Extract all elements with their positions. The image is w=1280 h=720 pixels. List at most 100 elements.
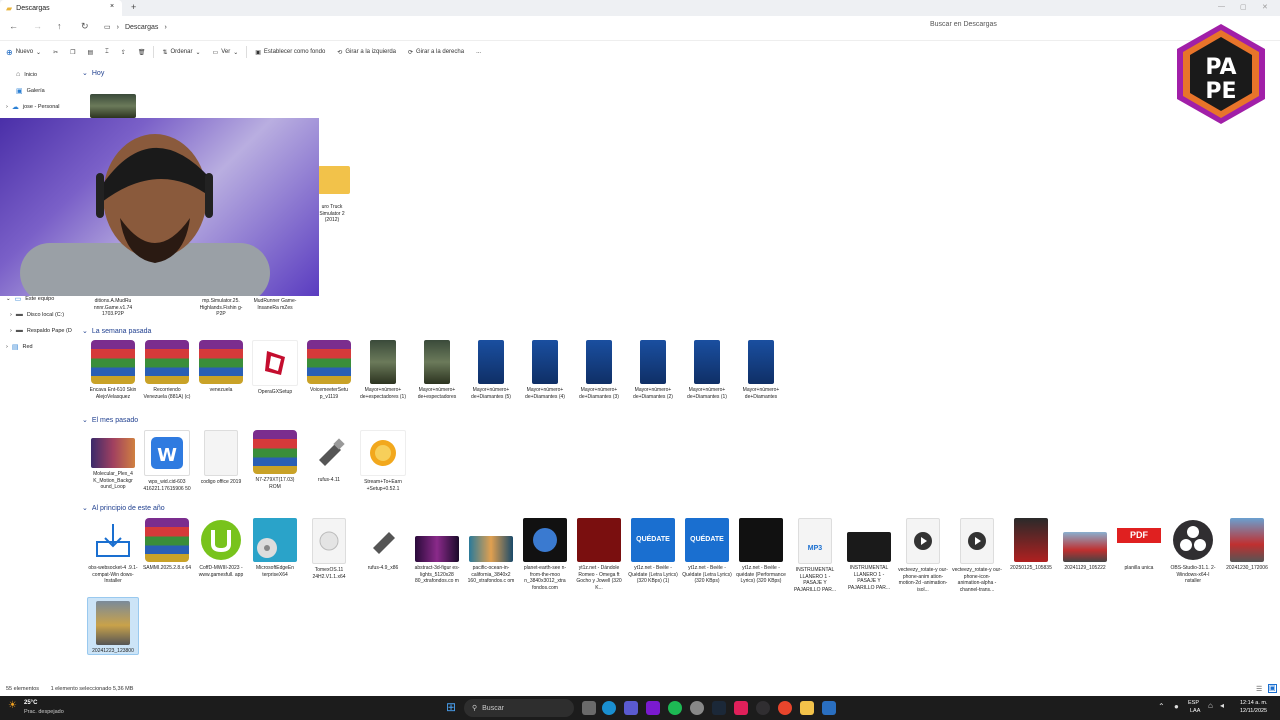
- file-item[interactable]: N7-Z79XT(17.03) ROM: [250, 430, 300, 490]
- volume-icon[interactable]: ◂: [1220, 701, 1224, 710]
- file-item[interactable]: 20250125_105835: [1006, 518, 1056, 572]
- file-item[interactable]: Mayor+número+ de+Diamantes (3): [574, 340, 624, 400]
- file-item[interactable]: abstract-3d-figur es-lights_5120x28 80_x…: [412, 518, 462, 585]
- taskbar-search[interactable]: ⚲ Buscar: [464, 699, 574, 717]
- sidebar-item-onedrive[interactable]: › ☁ jose - Personal: [6, 103, 60, 111]
- folder-icon[interactable]: [318, 166, 350, 194]
- file-item[interactable]: Recorriendo Venezuela (881A) (c): [142, 340, 192, 400]
- breadcrumb[interactable]: ▭ › Descargas ›: [104, 19, 167, 35]
- file-explorer-icon[interactable]: [800, 701, 814, 715]
- photos-icon[interactable]: [822, 701, 836, 715]
- edge-icon[interactable]: [602, 701, 616, 715]
- sidebar-item-galeria[interactable]: ▣ Galería: [16, 87, 45, 95]
- spotify-icon[interactable]: [668, 701, 682, 715]
- file-item[interactable]: Wwps_wid.cid-603 416221.17615906 50: [142, 430, 192, 492]
- group-header-semana[interactable]: ⌄ La semana pasada: [82, 327, 151, 336]
- task-view-icon[interactable]: [582, 701, 596, 715]
- file-item[interactable]: Mayor+número+ de+Diamantes (4): [520, 340, 570, 400]
- steam-icon[interactable]: [712, 701, 726, 715]
- language-bottom[interactable]: LAA: [1190, 708, 1200, 714]
- rotate-left-button[interactable]: ⟲ Girar a la izquierda: [331, 49, 402, 56]
- file-item[interactable]: rufus-4.11: [304, 430, 354, 484]
- file-item[interactable]: planet-earth-see n-from-the-moo n_3840x3…: [520, 518, 570, 591]
- file-item[interactable]: INSTRUMENTAL LLANERO 1 - PASAJE Y PAJARI…: [844, 518, 894, 591]
- tiktok-icon[interactable]: [734, 701, 748, 715]
- language-top[interactable]: ESP: [1188, 700, 1199, 706]
- sidebar-item-disco-c[interactable]: › ▬ Disco local (C:): [10, 311, 64, 318]
- file-item[interactable]: Stream+To+Earn +Setup+0.52.1: [358, 430, 408, 492]
- delete-button[interactable]: 🗑: [132, 49, 152, 56]
- close-window-icon[interactable]: ✕: [1262, 3, 1268, 11]
- file-item[interactable]: Mayor+número+ de+espectadores: [412, 340, 462, 400]
- search-input[interactable]: Buscar en Descargas: [930, 21, 997, 28]
- clock-date[interactable]: 12/11/2025: [1240, 708, 1267, 714]
- file-item[interactable]: CoffD-MWIII-2023 -www.gamesfull. app: [196, 518, 246, 578]
- file-item[interactable]: vecteezy_rotate-y our-phone-anim ation-m…: [898, 518, 948, 593]
- file-item[interactable]: SAMMI.2025.2.8.x 64: [142, 518, 192, 572]
- file-item[interactable]: Mayor+número+ de+espectadores (1): [358, 340, 408, 400]
- file-item[interactable]: codigo office 2019: [196, 430, 246, 486]
- view-button[interactable]: ▭ Ver ⌄: [207, 49, 245, 56]
- set-background-button[interactable]: ▣ Establecer como fondo: [249, 49, 331, 56]
- file-item[interactable]: PDF planilla unica: [1114, 518, 1164, 572]
- file-item[interactable]: Molecular_Plex_4 K_Motion_Backgr ound_Lo…: [88, 430, 138, 491]
- app-icon[interactable]: [646, 701, 660, 715]
- file-item[interactable]: MP3 INSTRUMENTAL LLANERO 1 - PASAJE Y PAJ…: [790, 518, 840, 593]
- file-item[interactable]: MicrosoftEdgeEn terpriseX64: [250, 518, 300, 578]
- network-icon[interactable]: ⌂: [1208, 701, 1213, 710]
- obs-icon[interactable]: [756, 701, 770, 715]
- rotate-right-button[interactable]: ⟳ Girar a la derecha: [402, 49, 470, 56]
- file-item[interactable]: Mayor+número+ de+Diamantes (2): [628, 340, 678, 400]
- close-tab-button[interactable]: ×: [110, 3, 114, 10]
- clock-time[interactable]: 12:14 a. m.: [1240, 700, 1268, 706]
- group-header-ano[interactable]: ⌄ Al principio de este año: [82, 504, 165, 513]
- file-item[interactable]: Mayor+número+ de+Diamantes (1): [682, 340, 732, 400]
- new-button[interactable]: ⊕ Nuevo ⌄: [0, 48, 47, 57]
- file-item[interactable]: OBS-Studio-31.1. 2-Windows-x64-I nstalle…: [1168, 518, 1218, 585]
- sidebar-item-red[interactable]: › ▤ Red: [6, 343, 33, 351]
- back-icon[interactable]: ←: [9, 21, 18, 31]
- forward-icon[interactable]: →: [33, 21, 42, 31]
- start-icon[interactable]: ⊞: [446, 700, 456, 714]
- cut-button[interactable]: ✂: [47, 49, 64, 56]
- file-item[interactable]: ditions.A.MudRu nnnr.Game.v1.74 1703.P2P: [88, 298, 138, 318]
- new-tab-button[interactable]: +: [131, 2, 136, 12]
- weather-icon[interactable]: ☀: [8, 700, 17, 711]
- group-header-mes[interactable]: ⌄ El mes pasado: [82, 416, 138, 425]
- file-item[interactable]: TomexOS.11 24H2.V1.1.x64: [304, 518, 354, 580]
- file-item[interactable]: OperaGXSetup: [250, 340, 300, 396]
- group-header-hoy[interactable]: ⌄ Hoy: [82, 69, 104, 78]
- breadcrumb-descargas[interactable]: Descargas: [125, 24, 158, 31]
- file-item[interactable]: Encava Ent-610 Skin AlejoVelasquez: [88, 340, 138, 400]
- file-item[interactable]: vecteezy_rotate-y our-phone-icon- animat…: [952, 518, 1002, 593]
- settings-icon[interactable]: [690, 701, 704, 715]
- file-item[interactable]: VoicemeeterSetu p_v1119: [304, 340, 354, 400]
- file-item[interactable]: 20241129_105222: [1060, 518, 1110, 572]
- file-item[interactable]: obs-websocket-4 .9.1-compat-Win dows-Ins…: [88, 518, 138, 585]
- file-item[interactable]: venezuela: [196, 340, 246, 394]
- sort-button[interactable]: ⇅ Ordenar ⌄: [156, 49, 206, 56]
- details-view-icon[interactable]: ☰: [1256, 685, 1262, 693]
- maximize-icon[interactable]: ▢: [1240, 3, 1247, 11]
- file-item[interactable]: Mayor+número+ de+Diamantes: [736, 340, 786, 400]
- tab-descargas[interactable]: ▰ Descargas: [0, 0, 122, 16]
- up-icon[interactable]: ↑: [57, 21, 62, 31]
- tiles-view-icon[interactable]: ▣: [1268, 684, 1277, 693]
- file-item[interactable]: Mayor+número+ de+Diamantes (5): [466, 340, 516, 400]
- paste-button[interactable]: ▤: [82, 49, 100, 56]
- file-item[interactable]: yt1z.net - Dándole Romeo - Omega ft Goch…: [574, 518, 624, 591]
- weather-desc[interactable]: Prac. despejado: [24, 709, 64, 715]
- file-item[interactable]: MudRunner Game-InsaneRa mZes: [250, 298, 300, 311]
- weather-temp[interactable]: 25°C: [24, 700, 37, 706]
- file-thumbnail[interactable]: [90, 94, 136, 118]
- file-item-selected[interactable]: 20241223_123800: [87, 597, 139, 655]
- chevron-up-icon[interactable]: ⌃: [1158, 702, 1165, 711]
- sidebar-item-respaldo[interactable]: › ▬ Respaldo Pape (D: [10, 327, 72, 334]
- file-item[interactable]: mp.Simulator.25. Highlands.Fishin g-P2P: [196, 298, 246, 318]
- more-button[interactable]: ...: [470, 49, 487, 55]
- file-item[interactable]: QUÉDATE yt1z.net - Beéle - Quédate (Letra…: [628, 518, 678, 585]
- teams-icon[interactable]: [624, 701, 638, 715]
- minimize-icon[interactable]: —: [1218, 3, 1225, 10]
- file-item[interactable]: yt1z.net - Beéle - quédate (Performance …: [736, 518, 786, 585]
- rename-button[interactable]: ⌶: [99, 49, 115, 56]
